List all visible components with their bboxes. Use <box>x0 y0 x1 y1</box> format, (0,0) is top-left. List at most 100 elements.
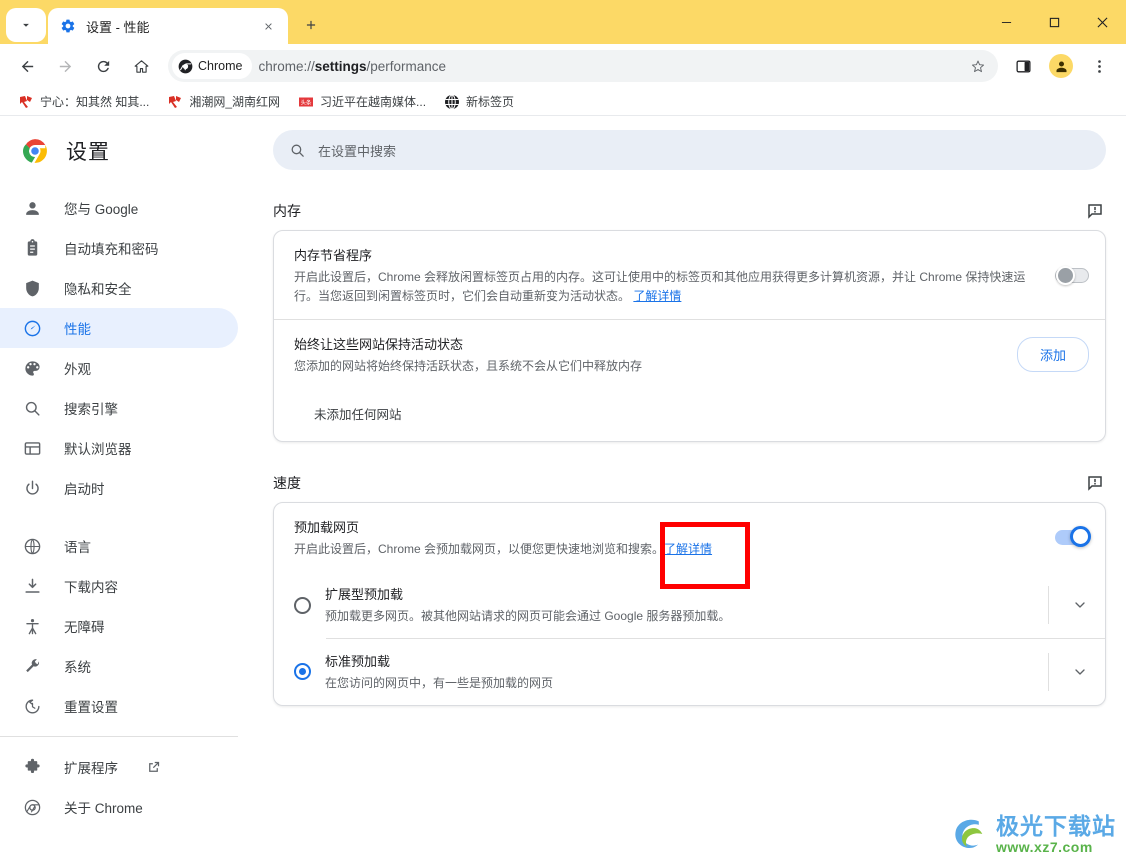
settings-brand: 设置 <box>0 124 254 188</box>
profile-button[interactable] <box>1045 50 1077 82</box>
power-icon <box>22 478 42 498</box>
chrome-menu-button[interactable] <box>1083 50 1115 82</box>
chrome-logo-icon <box>178 59 193 73</box>
sidebar-item-label: 无障碍 <box>64 620 105 635</box>
maximize-button[interactable] <box>1030 0 1078 44</box>
sidebar-item-appearance[interactable]: 外观 <box>0 348 238 388</box>
sidebar-item-autofill-passwords[interactable]: 自动填充和密码 <box>0 228 238 268</box>
sidebar-item-you-and-google[interactable]: 您与 Google <box>0 188 238 228</box>
forward-button[interactable] <box>49 50 81 82</box>
bookmark-label: 新标签页 <box>466 95 515 109</box>
address-bar[interactable]: Chrome chrome://settings/performance <box>168 50 998 82</box>
keep-sites-active-row: 始终让这些网站保持活动状态 您添加的网站将始终保持活跃状态，且系统不会从它们中释… <box>274 320 1105 390</box>
new-tab-button[interactable] <box>296 10 326 40</box>
learn-more-link[interactable]: 了解详情 <box>664 542 712 556</box>
sidebar-item-accessibility[interactable]: 无障碍 <box>0 606 238 646</box>
tab-strip: 设置 - 性能 <box>0 0 1126 44</box>
search-input[interactable]: 在设置中搜索 <box>318 141 396 160</box>
radio-label: 标准预加载 <box>325 653 391 669</box>
sidebar-item-reset-settings[interactable]: 重置设置 <box>0 686 238 726</box>
preload-pages-desc-text: 开启此设置后，Chrome 会预加载网页，以便您更快速地浏览和搜索。 <box>294 541 665 556</box>
radio-button[interactable] <box>294 596 311 614</box>
radio-text: 扩展型预加载 预加载更多网页。被其他网站请求的网页可能会通过 Google 服务… <box>325 584 1034 626</box>
plus-icon <box>306 20 316 30</box>
bookmark-item[interactable]: 头条 习近平在越南媒体... <box>290 90 434 113</box>
section-title: 速度 <box>273 474 301 491</box>
bookmark-item[interactable]: 湘潮网_湖南红网 <box>159 90 288 113</box>
sidebar-item-privacy-security[interactable]: 隐私和安全 <box>0 268 238 308</box>
home-button[interactable] <box>125 50 157 82</box>
chrome-logo-icon <box>23 139 47 163</box>
gear-icon <box>61 19 75 33</box>
sidebar-item-languages[interactable]: 语言 <box>0 526 238 566</box>
expand-button[interactable] <box>1063 655 1097 689</box>
chrome-origin-chip[interactable]: Chrome <box>172 53 253 79</box>
chevron-down-icon <box>1075 669 1085 675</box>
memory-card: 内存节省程序 开启此设置后，Chrome 会释放闲置标签页占用的内存。这可让使用… <box>273 230 1106 442</box>
reload-button[interactable] <box>87 50 119 82</box>
memory-saver-desc: 开启此设置后，Chrome 会释放闲置标签页占用的内存。这可让使用中的标签页和其… <box>294 268 1043 305</box>
accessibility-icon <box>22 616 42 636</box>
minimize-button[interactable] <box>982 0 1030 44</box>
side-panel-button[interactable] <box>1007 50 1039 82</box>
radio-standard-preloading[interactable]: 标准预加载 在您访问的网页中，有一些是预加载的网页 <box>274 639 1105 705</box>
svg-text:头条: 头条 <box>301 98 312 106</box>
radio-label: 扩展型预加载 <box>325 587 404 603</box>
keep-sites-active-desc: 您添加的网站将始终保持活跃状态，且系统不会从它们中释放内存 <box>294 359 643 374</box>
site-icon-toutiao: 头条 <box>298 94 314 110</box>
sidebar-item-extensions[interactable]: 扩展程序 <box>0 747 238 787</box>
bookmark-item[interactable]: 新标签页 <box>436 90 522 113</box>
preload-pages-toggle[interactable] <box>1055 526 1091 548</box>
sidebar-item-label: 系统 <box>64 660 91 675</box>
sidebar-item-label: 启动时 <box>64 482 105 497</box>
watermark-sub: www.xz7.com <box>996 838 1093 855</box>
person-icon <box>22 198 42 218</box>
wrench-icon <box>22 656 42 676</box>
preload-pages-text: 预加载网页 开启此设置后，Chrome 会预加载网页，以便您更快速地浏览和搜索。… <box>294 517 1043 559</box>
sidebar-item-downloads[interactable]: 下载内容 <box>0 566 238 606</box>
bookmark-item[interactable]: 宁心：知其然 知其... <box>10 90 157 113</box>
add-site-button[interactable]: 添加 <box>1016 337 1089 373</box>
radio-text: 标准预加载 在您访问的网页中，有一些是预加载的网页 <box>325 651 1034 693</box>
preload-pages-desc: 开启此设置后，Chrome 会预加载网页，以便您更快速地浏览和搜索。了解详情 <box>294 540 1043 559</box>
section-title: 内存 <box>273 203 301 219</box>
expand-button[interactable] <box>1063 588 1097 622</box>
chevron-down-icon <box>23 23 29 27</box>
sidebar-item-on-startup[interactable]: 启动时 <box>0 468 238 508</box>
sidebar-item-default-browser[interactable]: 默认浏览器 <box>0 428 238 468</box>
radio-button[interactable] <box>294 663 311 681</box>
memory-saver-title: 内存节省程序 <box>294 248 373 263</box>
back-button[interactable] <box>11 50 43 82</box>
learn-more-link[interactable]: 了解详情 <box>633 289 681 303</box>
url-domain: settings <box>314 58 367 74</box>
bookmark-label: 湘潮网_湖南红网 <box>189 95 281 109</box>
keep-sites-active-text: 始终让这些网站保持活动状态 您添加的网站将始终保持活跃状态，且系统不会从它们中释… <box>294 334 1005 376</box>
feedback-icon[interactable] <box>1084 200 1106 222</box>
memory-saver-text: 内存节省程序 开启此设置后，Chrome 会释放闲置标签页占用的内存。这可让使用… <box>294 245 1043 305</box>
speedometer-icon <box>22 318 42 338</box>
arrow-right-icon <box>59 60 71 72</box>
radio-extended-preloading[interactable]: 扩展型预加载 预加载更多网页。被其他网站请求的网页可能会通过 Google 服务… <box>274 572 1105 638</box>
memory-saver-toggle[interactable] <box>1055 265 1089 285</box>
close-window-button[interactable] <box>1078 0 1126 44</box>
sidebar-divider <box>0 736 238 737</box>
tab-close-button[interactable] <box>258 16 278 36</box>
memory-saver-row: 内存节省程序 开启此设置后，Chrome 会释放闲置标签页占用的内存。这可让使用… <box>274 231 1105 319</box>
sidebar-item-system[interactable]: 系统 <box>0 646 238 686</box>
site-icon-red <box>18 94 34 110</box>
sidebar-item-label: 搜索引擎 <box>64 402 118 417</box>
sidebar-item-search-engine[interactable]: 搜索引擎 <box>0 388 238 428</box>
url-text: chrome://settings/performance <box>258 59 446 74</box>
feedback-icon[interactable] <box>1084 472 1106 494</box>
settings-search-bar[interactable]: 在设置中搜索 <box>273 130 1106 170</box>
sidebar-item-performance[interactable]: 性能 <box>0 308 238 348</box>
keep-sites-active-title: 始终让这些网站保持活动状态 <box>294 337 464 353</box>
sidebar-item-about-chrome[interactable]: 关于 Chrome <box>0 787 238 827</box>
maximize-icon <box>1049 17 1059 27</box>
puzzle-icon <box>22 757 42 777</box>
browser-tab[interactable]: 设置 - 性能 <box>48 8 288 44</box>
tab-search-button[interactable] <box>6 8 46 42</box>
bookmark-star-button[interactable] <box>964 52 992 80</box>
browser-window: 设置 - 性能 Chrome chrome://settings/perform… <box>0 0 1126 863</box>
external-link-icon <box>146 760 161 775</box>
